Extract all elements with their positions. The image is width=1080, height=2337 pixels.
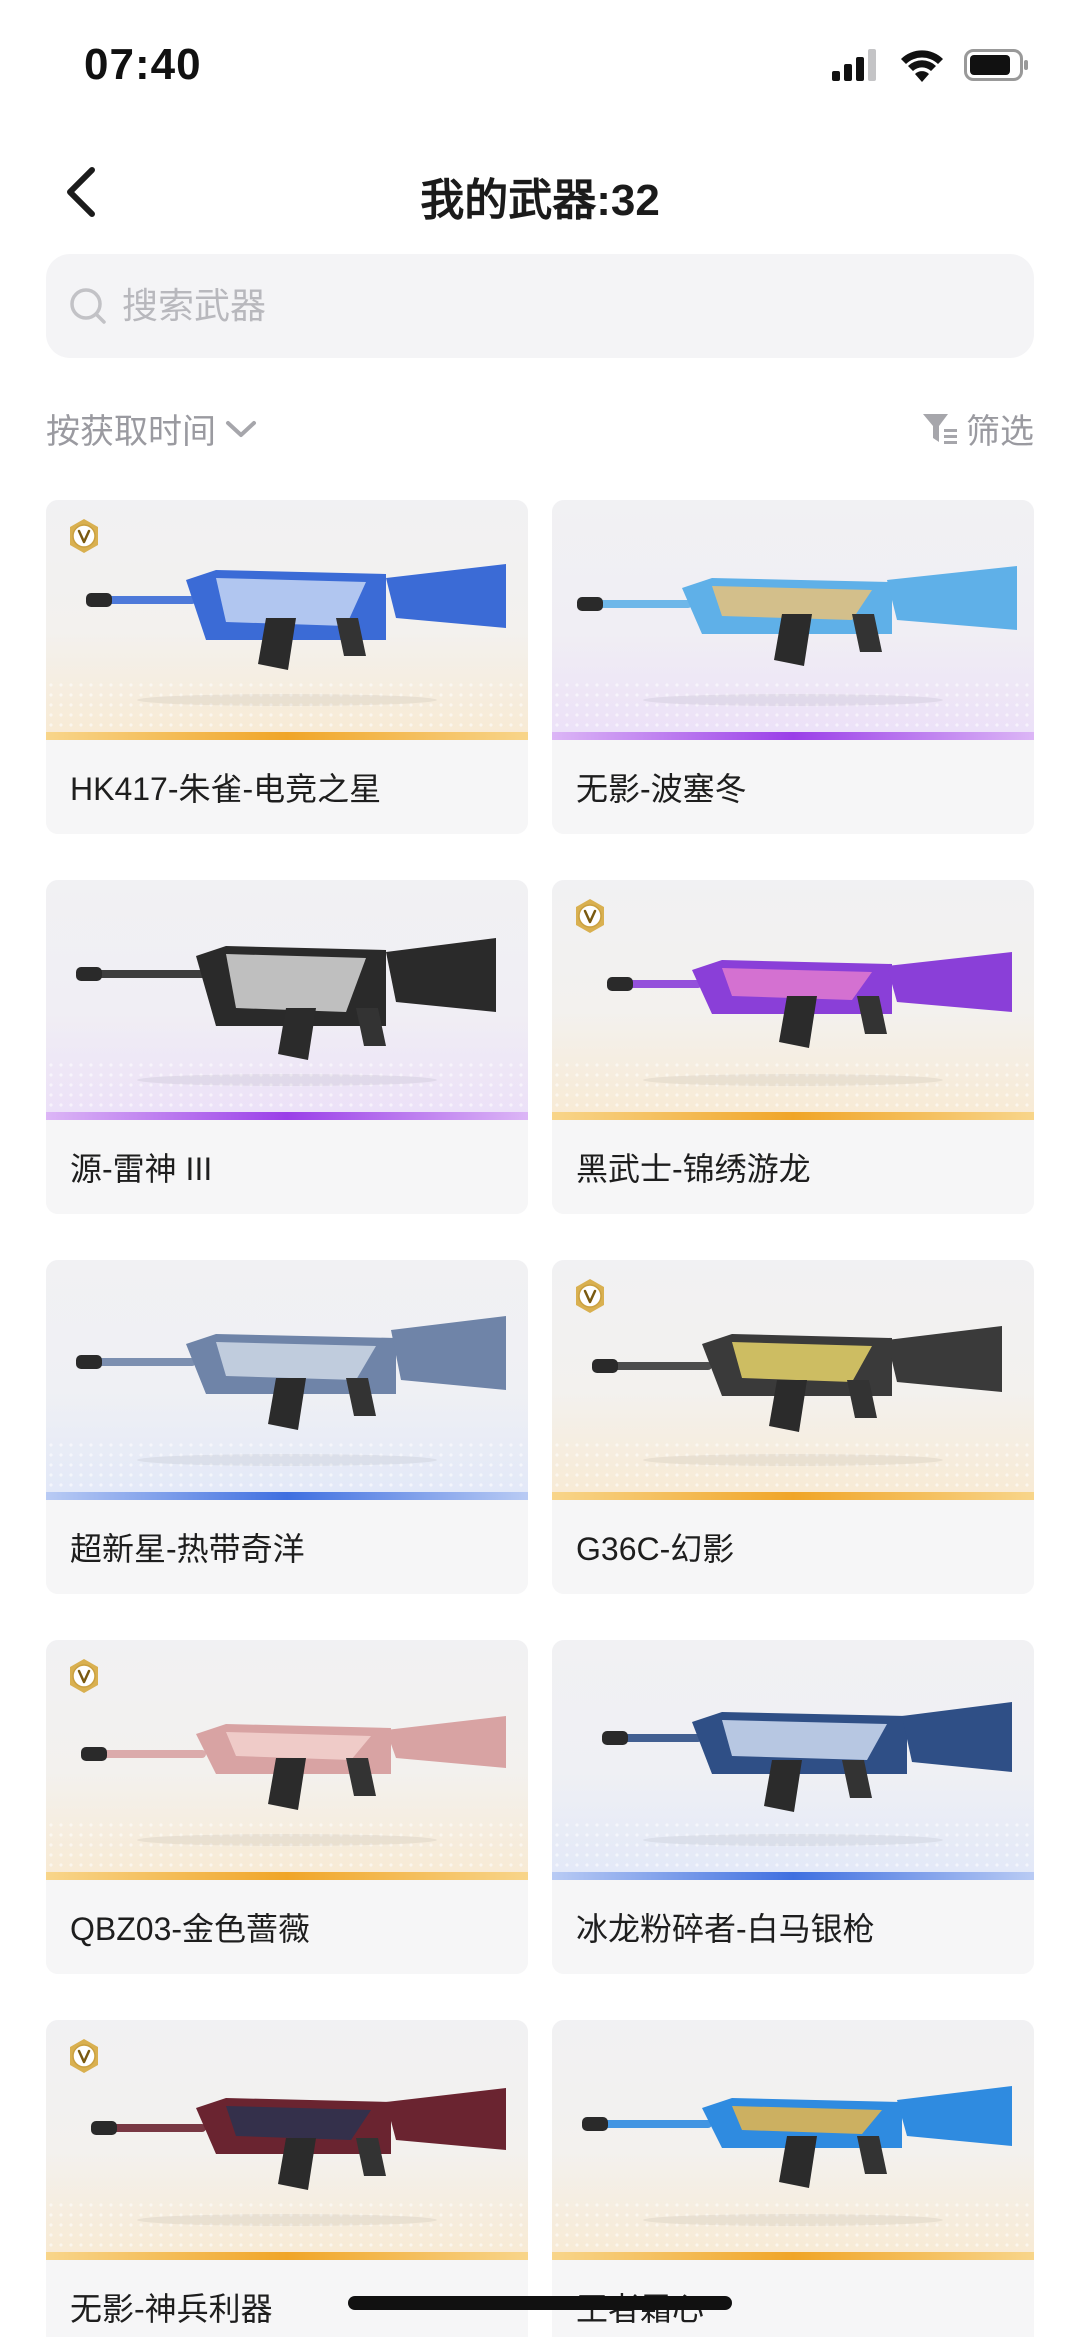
weapon-name: 黑武士-锦绣游龙 xyxy=(552,1120,1034,1214)
weapon-name: G36C-幻影 xyxy=(552,1500,1034,1594)
sort-filter-bar: 按获取时间 筛选 xyxy=(46,404,1034,460)
weapon-image xyxy=(552,2020,1034,2260)
rarity-bar xyxy=(46,732,528,740)
search-icon xyxy=(70,288,106,324)
nav-bar: 我的武器:32 xyxy=(0,140,1080,240)
filter-button[interactable]: 筛选 xyxy=(922,404,1034,453)
weapon-name: 超新星-热带奇洋 xyxy=(46,1500,528,1594)
rarity-bar xyxy=(552,1112,1034,1120)
weapon-icon xyxy=(86,564,506,706)
vip-badge-icon xyxy=(70,519,98,553)
weapon-name: 源-雷神 III xyxy=(46,1120,528,1214)
rarity-bar xyxy=(552,732,1034,740)
weapon-image xyxy=(552,1260,1034,1500)
cellular-signal-icon xyxy=(832,49,876,81)
weapon-icon xyxy=(577,566,1017,706)
weapon-card[interactable]: 冰龙粉碎者-白马银枪 xyxy=(552,1640,1034,1974)
screen: 07:40 我的武器:32 搜索武器 按获取时间 筛选 HK417-朱雀-电竞之… xyxy=(0,0,1080,2337)
sort-label: 按获取时间 xyxy=(46,413,216,451)
weapon-image xyxy=(552,880,1034,1120)
vip-badge-icon xyxy=(70,1659,98,1693)
weapon-image xyxy=(552,1640,1034,1880)
vip-badge-icon xyxy=(576,1279,604,1313)
weapon-icon xyxy=(76,938,496,1086)
weapon-image xyxy=(46,880,528,1120)
weapon-image xyxy=(46,2020,528,2260)
weapon-card[interactable]: QBZ03-金色蔷薇 xyxy=(46,1640,528,1974)
weapon-icon xyxy=(602,1702,1012,1846)
rarity-bar xyxy=(552,1872,1034,1880)
rarity-bar xyxy=(46,1112,528,1120)
weapon-image xyxy=(552,500,1034,740)
search-bar[interactable] xyxy=(46,254,1034,358)
weapon-icon xyxy=(607,952,1012,1086)
sort-dropdown[interactable]: 按获取时间 xyxy=(46,404,258,453)
weapon-card[interactable]: 黑武士-锦绣游龙 xyxy=(552,880,1034,1214)
weapon-card[interactable]: 超新星-热带奇洋 xyxy=(46,1260,528,1594)
page-title: 我的武器:32 xyxy=(420,176,660,225)
vip-badge-icon xyxy=(576,899,604,933)
home-indicator xyxy=(348,2296,732,2310)
weapon-grid: HK417-朱雀-电竞之星 无影-波塞冬 源-雷神 III 黑武士-锦绣游龙 超… xyxy=(46,500,1034,2337)
weapon-card[interactable]: 无影-神兵利器 xyxy=(46,2020,528,2337)
weapon-image xyxy=(46,1640,528,1880)
filter-icon xyxy=(923,413,957,444)
weapon-image xyxy=(46,1260,528,1500)
rarity-bar xyxy=(552,1492,1034,1500)
vip-badge-icon xyxy=(70,2039,98,2073)
weapon-icon xyxy=(76,1316,506,1466)
weapon-icon xyxy=(582,2086,1012,2226)
weapon-name: HK417-朱雀-电竞之星 xyxy=(46,740,528,834)
status-time: 07:40 xyxy=(84,40,202,89)
search-input[interactable] xyxy=(122,285,942,327)
weapon-icon xyxy=(81,1716,506,1846)
rarity-bar xyxy=(46,2252,528,2260)
weapon-card[interactable]: 无影-波塞冬 xyxy=(552,500,1034,834)
rarity-bar xyxy=(552,2252,1034,2260)
weapon-card[interactable]: 源-雷神 III xyxy=(46,880,528,1214)
chevron-down-icon xyxy=(226,420,256,437)
weapon-name: 无影-波塞冬 xyxy=(552,740,1034,834)
weapon-icon xyxy=(91,2088,506,2226)
rarity-bar xyxy=(46,1492,528,1500)
rarity-bar xyxy=(46,1872,528,1880)
battery-icon xyxy=(964,49,1028,81)
wifi-icon xyxy=(901,50,943,82)
status-bar: 07:40 xyxy=(0,0,1080,120)
weapon-name: QBZ03-金色蔷薇 xyxy=(46,1880,528,1974)
weapon-card[interactable]: HK417-朱雀-电竞之星 xyxy=(46,500,528,834)
status-icons xyxy=(832,48,1030,82)
weapon-card[interactable]: 王者霜心 xyxy=(552,2020,1034,2337)
filter-label: 筛选 xyxy=(966,413,1034,451)
weapon-image xyxy=(46,500,528,740)
weapon-icon xyxy=(592,1326,1002,1466)
weapon-card[interactable]: G36C-幻影 xyxy=(552,1260,1034,1594)
weapon-name: 冰龙粉碎者-白马银枪 xyxy=(552,1880,1034,1974)
